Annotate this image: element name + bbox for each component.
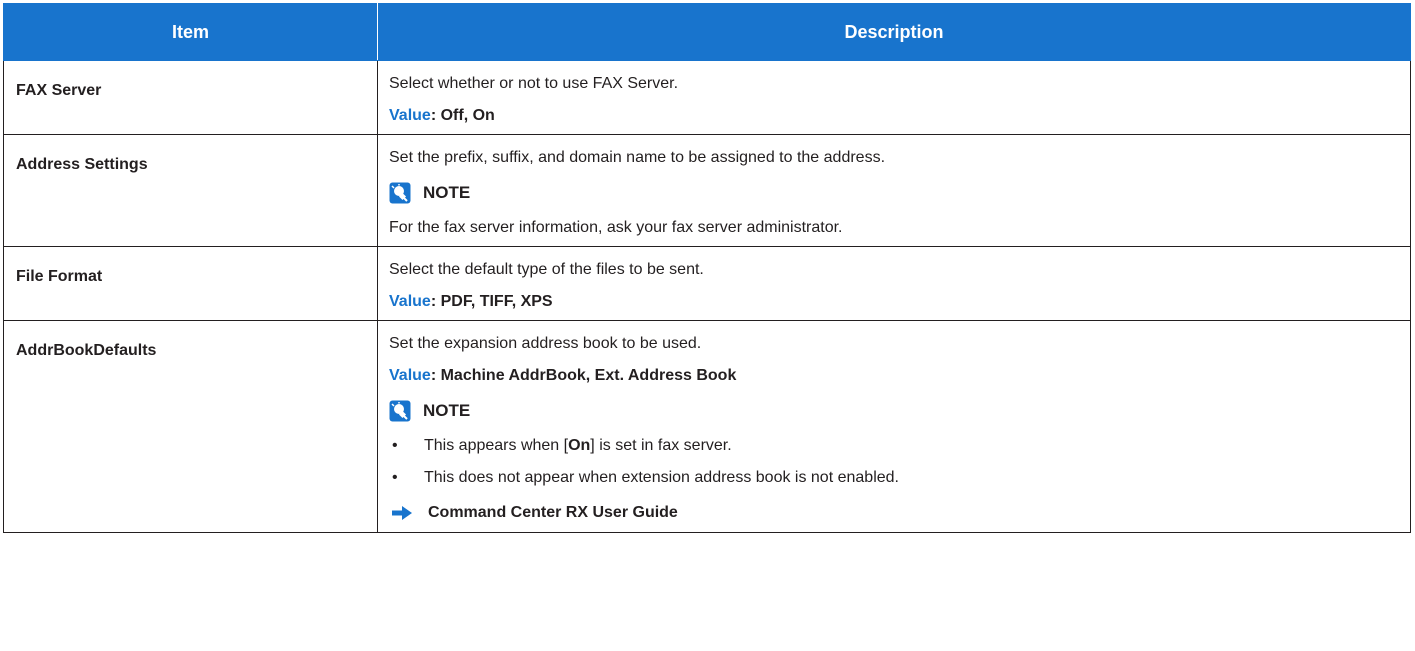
description-text: Select the default type of the files to …	[389, 261, 704, 278]
bullet-icon: •	[392, 469, 398, 486]
description-text: Select whether or not to use FAX Server.	[389, 75, 679, 92]
item-fax-server: FAX Server	[3, 60, 378, 135]
item-addrbook-defaults: AddrBookDefaults	[3, 320, 378, 533]
value-label: Value	[389, 367, 431, 384]
bullet-icon: •	[392, 437, 398, 454]
description-cell: Set the expansion address book to be use…	[377, 320, 1411, 533]
note-label: NOTE	[423, 401, 471, 420]
value-line: Value: PDF, TIFF, XPS	[389, 292, 1410, 312]
value-line: Value: Machine AddrBook, Ext. Address Bo…	[389, 366, 1410, 386]
value-text: : Machine AddrBook, Ext. Address Book	[430, 367, 737, 384]
table-header-row: Item Description	[3, 3, 1411, 61]
note-text: For the fax server information, ask your…	[389, 219, 843, 236]
description-cell: Select whether or not to use FAX Server.…	[377, 60, 1411, 135]
note-label: NOTE	[423, 183, 471, 202]
item-file-format: File Format	[3, 246, 378, 321]
note-lightbulb-icon	[389, 182, 411, 204]
note-heading: NOTE	[389, 398, 1410, 424]
value-text: : PDF, TIFF, XPS	[430, 293, 553, 310]
header-description: Description	[377, 3, 1411, 61]
item-address-settings: Address Settings	[3, 134, 378, 247]
value-label: Value	[389, 107, 431, 124]
description-cell: Select the default type of the files to …	[377, 246, 1411, 321]
description-text: Set the prefix, suffix, and domain name …	[389, 149, 886, 166]
description-cell: Set the prefix, suffix, and domain name …	[377, 134, 1411, 247]
list-item: • This does not appear when extension ad…	[389, 468, 1410, 488]
note-heading: NOTE	[389, 180, 1410, 206]
description-text: Set the expansion address book to be use…	[389, 335, 702, 352]
note-lightbulb-icon	[389, 400, 411, 422]
header-item: Item	[3, 3, 378, 61]
value-line: Value: Off, On	[389, 106, 1410, 126]
bullet-text-pre: This appears when [	[424, 437, 569, 454]
reference-text: Command Center RX User Guide	[428, 504, 678, 521]
table-row: File Format Select the default type of t…	[3, 246, 1411, 321]
list-item: • This appears when [On] is set in fax s…	[389, 436, 1410, 456]
arrow-right-icon	[392, 506, 412, 520]
value-text: : Off, On	[430, 107, 495, 124]
bullet-text: This does not appear when extension addr…	[424, 469, 899, 486]
bullet-text-bold: On	[568, 437, 591, 454]
settings-table: Item Description FAX Server Select wheth…	[3, 3, 1411, 533]
value-label: Value	[389, 293, 431, 310]
table-row: AddrBookDefaults Set the expansion addre…	[3, 320, 1411, 533]
reference-link[interactable]: Command Center RX User Guide	[389, 500, 1410, 526]
bullet-text: This appears when [On] is set in fax ser…	[424, 436, 732, 456]
bullet-text-post: ] is set in fax server.	[590, 437, 732, 454]
table-row: Address Settings Set the prefix, suffix,…	[3, 134, 1411, 247]
table-row: FAX Server Select whether or not to use …	[3, 60, 1411, 135]
